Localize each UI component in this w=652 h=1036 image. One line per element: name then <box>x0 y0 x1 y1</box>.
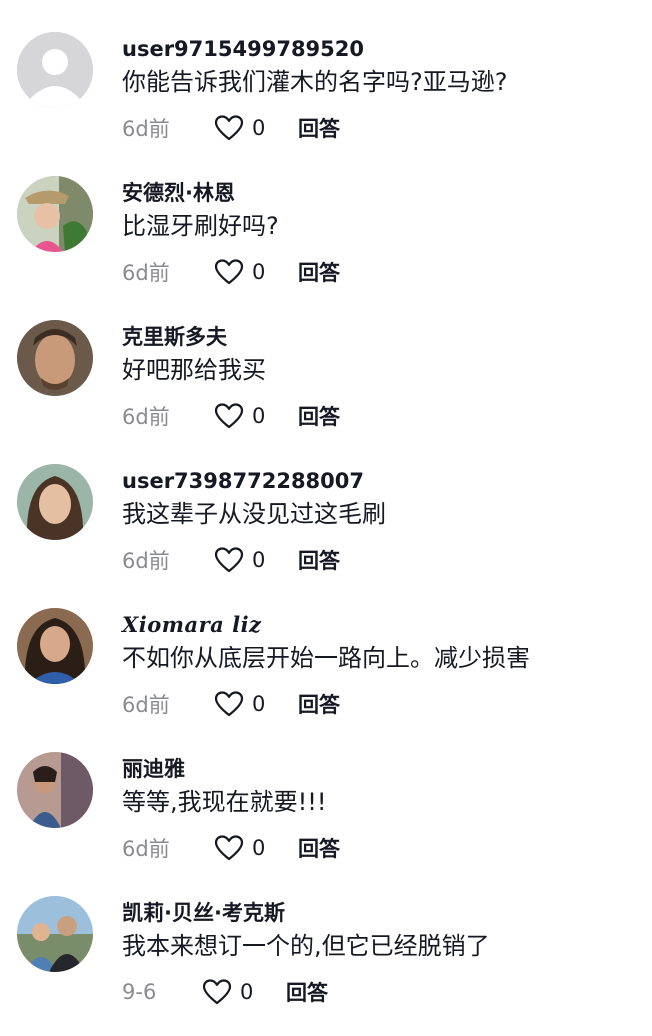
avatar-photo[interactable] <box>17 896 93 972</box>
comment-meta: 6d前 0 回答 <box>122 544 340 576</box>
comment-meta: 6d前 0 回答 <box>122 112 340 144</box>
avatar-photo[interactable] <box>17 752 93 828</box>
comment-username[interactable]: user9715499789520 <box>122 36 364 62</box>
comment-item: 丽迪雅 等等,我现在就要!!! 6d前 0 回答 <box>0 752 652 896</box>
like-button[interactable]: 0 <box>214 402 298 430</box>
comment-item: Xiomara liz 不如你从底层开始一路向上。减少损害 6d前 0 回答 <box>0 608 652 752</box>
avatar-photo[interactable] <box>17 608 93 684</box>
comment-text: 等等,我现在就要!!! <box>122 788 327 816</box>
comment-item: 凯莉·贝丝·考克斯 我本来想订一个的,但它已经脱销了 9-6 0 回答 <box>0 896 652 1036</box>
reply-button[interactable]: 回答 <box>298 257 340 287</box>
heart-outline-icon <box>214 115 244 141</box>
like-count: 0 <box>252 692 266 716</box>
comment-time: 6d前 <box>122 693 170 717</box>
comment-text: 我本来想订一个的,但它已经脱销了 <box>122 932 490 960</box>
reply-button[interactable]: 回答 <box>286 977 328 1007</box>
reply-button[interactable]: 回答 <box>298 113 340 143</box>
heart-outline-icon <box>214 547 244 573</box>
heart-outline-icon <box>214 835 244 861</box>
comment-username[interactable]: 丽迪雅 <box>122 756 185 782</box>
comment-username[interactable]: 凯莉·贝丝·考克斯 <box>122 900 285 926</box>
heart-outline-icon <box>214 259 244 285</box>
heart-outline-icon <box>214 403 244 429</box>
comment-time: 9-6 <box>122 980 157 1004</box>
comment-text: 好吧那给我买 <box>122 356 266 384</box>
like-count: 0 <box>252 404 266 428</box>
comment-meta: 6d前 0 回答 <box>122 688 340 720</box>
comment-username[interactable]: Xiomara liz <box>122 612 261 638</box>
comment-item: user9715499789520 你能告诉我们灌木的名字吗?亚马逊? 6d前 … <box>0 32 652 176</box>
comment-meta: 9-6 0 回答 <box>122 976 328 1008</box>
reply-button[interactable]: 回答 <box>298 545 340 575</box>
avatar-photo[interactable] <box>17 464 93 540</box>
like-button[interactable]: 0 <box>202 978 286 1006</box>
comment-username[interactable]: user7398772288007 <box>122 468 364 494</box>
comment-text: 我这辈子从没见过这毛刷 <box>122 500 386 528</box>
like-button[interactable]: 0 <box>214 690 298 718</box>
like-button[interactable]: 0 <box>214 258 298 286</box>
like-count: 0 <box>252 116 266 140</box>
comment-list: user9715499789520 你能告诉我们灌木的名字吗?亚马逊? 6d前 … <box>0 0 652 1036</box>
comment-time: 6d前 <box>122 261 170 285</box>
comment-text: 你能告诉我们灌木的名字吗?亚马逊? <box>122 68 508 96</box>
comment-time: 6d前 <box>122 837 170 861</box>
heart-outline-icon <box>214 691 244 717</box>
comment-text: 比湿牙刷好吗? <box>122 212 279 240</box>
heart-outline-icon <box>202 979 232 1005</box>
comment-item: user7398772288007 我这辈子从没见过这毛刷 6d前 0 回答 <box>0 464 652 608</box>
comment-meta: 6d前 0 回答 <box>122 400 340 432</box>
comment-text: 不如你从底层开始一路向上。减少损害 <box>122 644 530 672</box>
comment-time: 6d前 <box>122 549 170 573</box>
avatar-default[interactable] <box>17 32 93 108</box>
comment-time: 6d前 <box>122 117 170 141</box>
comment-meta: 6d前 0 回答 <box>122 832 340 864</box>
comment-item: 克里斯多夫 好吧那给我买 6d前 0 回答 <box>0 320 652 464</box>
avatar-photo[interactable] <box>17 176 93 252</box>
like-button[interactable]: 0 <box>214 114 298 142</box>
like-count: 0 <box>252 260 266 284</box>
like-count: 0 <box>240 980 254 1004</box>
comment-item: 安德烈·林恩 比湿牙刷好吗? 6d前 0 回答 <box>0 176 652 320</box>
reply-button[interactable]: 回答 <box>298 833 340 863</box>
reply-button[interactable]: 回答 <box>298 689 340 719</box>
like-count: 0 <box>252 836 266 860</box>
comment-time: 6d前 <box>122 405 170 429</box>
reply-button[interactable]: 回答 <box>298 401 340 431</box>
comment-username[interactable]: 安德烈·林恩 <box>122 180 235 206</box>
like-count: 0 <box>252 548 266 572</box>
like-button[interactable]: 0 <box>214 546 298 574</box>
comment-username[interactable]: 克里斯多夫 <box>122 324 227 350</box>
comment-meta: 6d前 0 回答 <box>122 256 340 288</box>
avatar-photo[interactable] <box>17 320 93 396</box>
like-button[interactable]: 0 <box>214 834 298 862</box>
